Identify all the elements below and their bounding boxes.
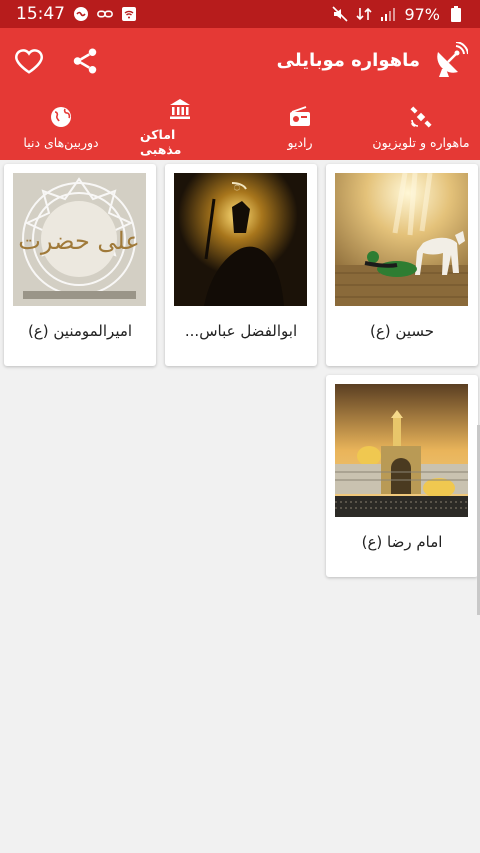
favorite-button[interactable] xyxy=(14,46,44,76)
shrine-thumbnail: علی حضرت xyxy=(13,173,146,306)
heart-icon xyxy=(15,49,43,74)
signal-icon xyxy=(380,6,396,22)
shrine-title: ابوالفضل عباس... xyxy=(184,322,298,340)
infinity-icon xyxy=(73,6,89,22)
link-icon xyxy=(97,6,113,22)
bank-icon xyxy=(170,99,190,119)
data-icon xyxy=(356,6,373,22)
battery-percent: 97% xyxy=(404,4,440,24)
tab-label: رادیو xyxy=(287,134,313,150)
tab-radio[interactable]: رادیو xyxy=(270,94,330,160)
tab-satellite-tv[interactable]: ماهواره و تلویزیون xyxy=(368,94,474,160)
shrine-thumbnail xyxy=(335,173,468,306)
share-icon xyxy=(73,48,97,74)
shrine-title: امیرالمومنین (ع) xyxy=(27,322,133,340)
tab-religious-places[interactable]: اماکن مذهبی xyxy=(140,94,220,160)
tab-label: ماهواره و تلویزیون xyxy=(372,134,470,150)
tab-label: اماکن مذهبی xyxy=(140,127,182,157)
tab-world-cameras[interactable]: دوربین‌های دنیا xyxy=(16,94,106,160)
satellite-dish-icon xyxy=(434,41,469,78)
shrine-thumbnail: ۝ xyxy=(174,173,307,306)
shrine-card-hussein[interactable]: حسین (ع) xyxy=(326,164,478,366)
tab-label: دوربین‌های دنیا xyxy=(23,134,99,150)
shrine-card-imam-reza[interactable]: امام رضا (ع) xyxy=(326,375,478,577)
status-time: 15:47 xyxy=(16,4,65,24)
category-tabs: دوربین‌های دنیا اماکن مذهبی رادیو ماهوار… xyxy=(0,94,480,160)
app-title: ماهواره موبایلی xyxy=(276,50,420,71)
svg-text:۝: ۝ xyxy=(234,181,240,192)
app-bar: ماهواره موبایلی xyxy=(0,28,480,94)
radio-icon xyxy=(290,105,310,126)
thumb-calligraphy: علی حضرت xyxy=(18,227,139,255)
shrine-title: حسین (ع) xyxy=(369,322,435,340)
mute-icon xyxy=(332,6,349,22)
satellite-icon xyxy=(410,105,432,128)
share-button[interactable] xyxy=(70,46,100,76)
battery-icon xyxy=(448,6,464,22)
shrine-card-abbas[interactable]: ۝ ابوالفضل عباس... xyxy=(165,164,317,366)
status-bar: 15:47 97% xyxy=(0,0,480,28)
wifi-box-icon xyxy=(121,6,137,22)
shrine-thumbnail xyxy=(335,384,468,517)
shrine-card-amir-al-muminin[interactable]: علی حضرت امیرالمومنین (ع) xyxy=(4,164,156,366)
shrine-title: امام رضا (ع) xyxy=(361,533,443,551)
globe-icon xyxy=(51,106,71,127)
